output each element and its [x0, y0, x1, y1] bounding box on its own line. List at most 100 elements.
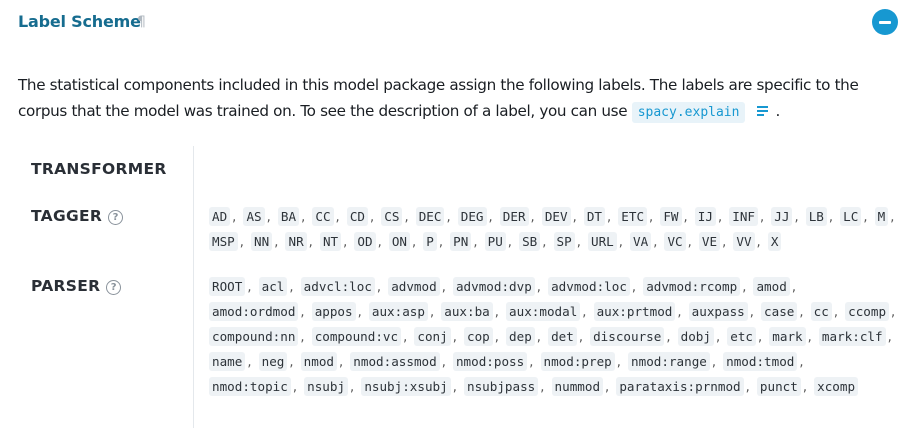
label-separator: , [807, 330, 812, 345]
label-separator: , [403, 330, 408, 345]
tagger-label-tag: CS [381, 207, 403, 226]
label-separator: , [749, 305, 754, 320]
label-scheme-table: TRANSFORMER TAGGER? AD, AS, BA, CC, CD, … [0, 146, 917, 428]
parser-label-tag: amod:ordmod [209, 302, 299, 321]
label-separator: , [745, 380, 750, 395]
label-separator: , [300, 305, 305, 320]
label-separator: , [759, 210, 765, 225]
label-separator: , [722, 235, 727, 250]
parser-label-tag: nmod:poss [452, 352, 528, 371]
tagger-label-tag: NR [285, 232, 307, 251]
label-separator: , [488, 210, 493, 225]
parser-label-tag: conj [414, 327, 451, 346]
label-separator: , [412, 235, 417, 250]
parser-label-tag: nmod:range [628, 352, 710, 371]
tagger-label-tag: INF [729, 207, 758, 226]
permalink-anchor[interactable]: ¶ [137, 14, 146, 30]
parser-label-tag: advmod:loc [548, 277, 630, 296]
parser-label-tag: advmod [388, 277, 440, 296]
label-separator: , [653, 235, 658, 250]
label-separator: , [687, 235, 692, 250]
label-separator: , [357, 305, 362, 320]
label-separator: , [618, 235, 623, 250]
parser-label-tag: neg [258, 352, 288, 371]
label-separator: , [576, 235, 581, 250]
tagger-label-tag: VC [664, 232, 686, 251]
label-separator: , [339, 355, 344, 370]
tagger-label-tag: NN [251, 232, 273, 251]
label-separator: , [631, 280, 637, 295]
parser-label-tag: aux:prtmod [593, 302, 676, 321]
label-separator: , [376, 280, 382, 295]
label-separator: , [616, 355, 621, 370]
label-separator: , [742, 280, 747, 295]
tagger-label-tag: CC [312, 207, 334, 226]
collapse-minus-icon[interactable] [872, 9, 898, 35]
tagger-label-tag: PU [484, 232, 506, 251]
parser-label-tag: mark:clf [818, 327, 886, 346]
tagger-label-tag: OD [354, 232, 376, 251]
label-separator: , [711, 355, 716, 370]
label-separator: , [429, 305, 435, 320]
label-separator: , [605, 380, 610, 395]
tagger-label-tag: ETC [618, 207, 648, 226]
parser-label: PARSER [31, 277, 101, 295]
label-separator: , [536, 280, 541, 295]
tagger-help-icon[interactable]: ? [108, 210, 124, 225]
label-separator: , [494, 330, 499, 345]
column-divider [193, 146, 194, 428]
parser-label-tag: aux:ba [441, 302, 493, 321]
label-separator: , [274, 235, 279, 250]
parser-label-tag: name [209, 352, 246, 371]
parser-label-tag: nmod:prep [540, 352, 615, 371]
tagger-label-tag: DER [499, 207, 529, 226]
label-separator: , [887, 330, 892, 345]
parser-label-tag: nummod [551, 377, 604, 396]
tagger-label-tag: DEV [541, 207, 571, 226]
parser-label-tag: case [761, 302, 798, 321]
label-separator: , [473, 235, 478, 250]
tagger-label-tag: URL [587, 232, 617, 251]
parser-label-tag: compound:nn [209, 327, 299, 346]
label-separator: , [649, 210, 654, 225]
intro-paragraph: The statistical components included in t… [18, 72, 898, 126]
label-separator: , [369, 210, 375, 225]
parser-label-tag: ROOT [209, 277, 246, 296]
label-separator: , [377, 235, 382, 250]
label-separator: , [404, 210, 409, 225]
label-separator: , [452, 380, 457, 395]
tagger-label-tag: PN [450, 232, 472, 251]
parser-label-tag: nmod [300, 352, 337, 371]
tagger-label: TAGGER [31, 207, 103, 225]
parser-label-tag: parataxis:prnmod [616, 377, 744, 396]
row-label-parser: PARSER? [31, 277, 122, 295]
label-separator: , [350, 380, 355, 395]
tagger-label-tag: X [767, 232, 782, 251]
section-title: Label Scheme [18, 12, 141, 31]
label-separator: , [799, 355, 804, 370]
tagger-label-tag: SB [519, 232, 541, 251]
section-header: Label Scheme ¶ [0, 0, 917, 44]
label-separator: , [247, 280, 252, 295]
row-label-transformer: TRANSFORMER [31, 160, 167, 178]
parser-label-tag: compound:vc [311, 327, 402, 346]
parser-label-tag: advcl:loc [300, 277, 375, 296]
label-separator: , [863, 210, 868, 225]
docs-list-icon[interactable] [757, 105, 769, 117]
tagger-label-tag: M [874, 207, 889, 226]
tagger-label-tag: LC [840, 207, 862, 226]
label-separator: , [301, 210, 306, 225]
tagger-label-tag: P [423, 232, 437, 251]
parser-help-icon[interactable]: ? [106, 280, 122, 295]
label-separator: , [441, 355, 446, 370]
tagger-label-tag: MSP [209, 232, 238, 251]
label-separator: , [335, 210, 340, 225]
tagger-label-tag: NT [319, 232, 342, 251]
parser-label-tag: nsubj [304, 377, 349, 396]
parser-label-tag: nsubjpass [464, 377, 539, 396]
parser-label-tag: dobj [677, 327, 714, 346]
parser-label-tag: amod [753, 277, 790, 296]
tagger-label-tag: CD [346, 207, 368, 226]
parser-label-tag: aux:modal [506, 302, 581, 321]
tagger-label-tag: VE [698, 232, 721, 251]
